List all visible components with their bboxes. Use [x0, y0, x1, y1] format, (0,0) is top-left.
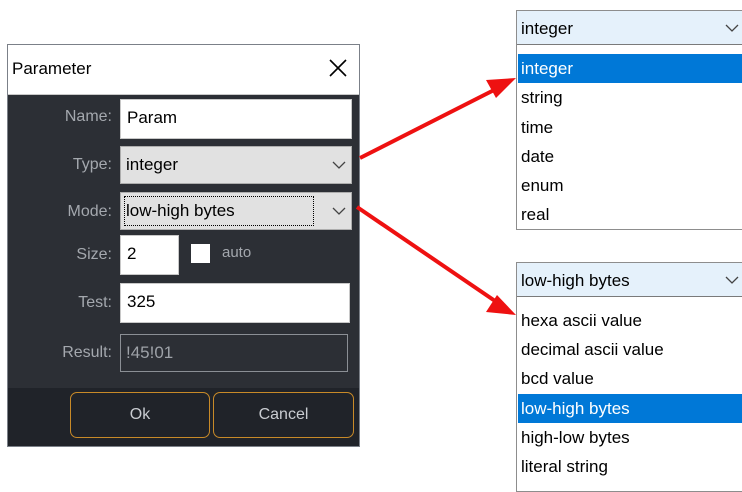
red-arrow-type: [359, 78, 516, 160]
red-arrow-mode: [355, 205, 516, 315]
annotation-arrows: [355, 78, 516, 315]
